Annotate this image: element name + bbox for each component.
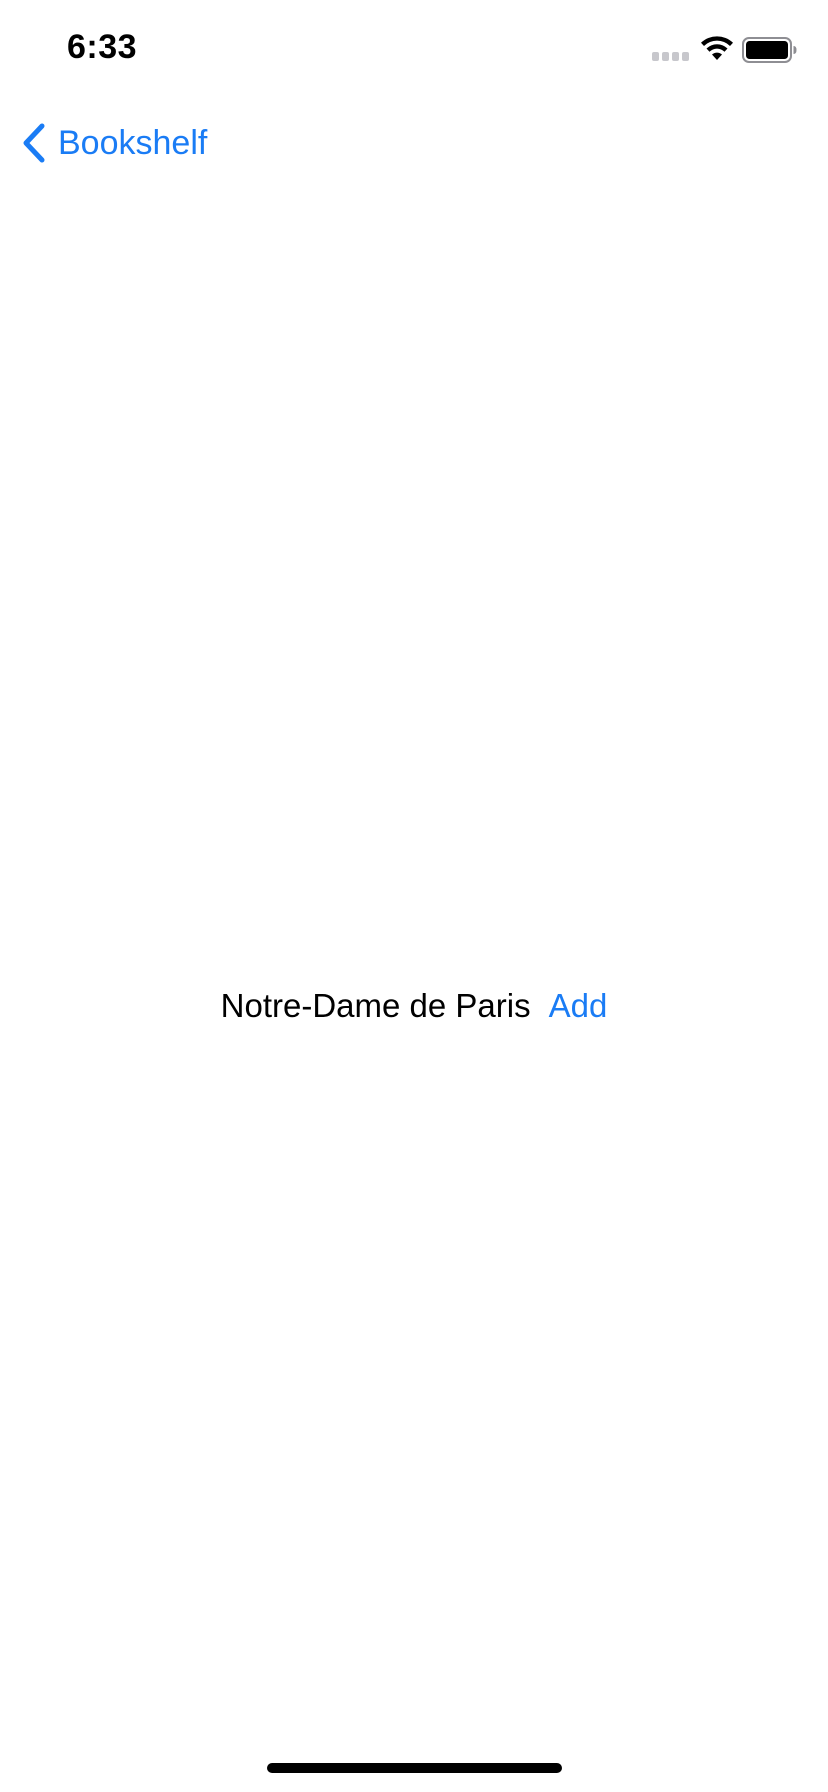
wifi-icon [701, 36, 733, 60]
chevron-left-icon [23, 123, 45, 163]
navigation-bar: Bookshelf [0, 100, 828, 188]
back-button[interactable]: Bookshelf [20, 118, 207, 168]
book-title: Notre-Dame de Paris [220, 987, 531, 1024]
status-bar: 6:33 [0, 0, 828, 100]
home-indicator[interactable] [267, 1763, 562, 1773]
add-button[interactable]: Add [549, 987, 608, 1025]
signal-icon [652, 52, 692, 62]
battery-icon [742, 37, 797, 63]
status-time: 6:33 [67, 28, 138, 66]
book-row: Notre-Dame de Paris Add [0, 978, 828, 1034]
back-button-label: Bookshelf [58, 123, 208, 162]
